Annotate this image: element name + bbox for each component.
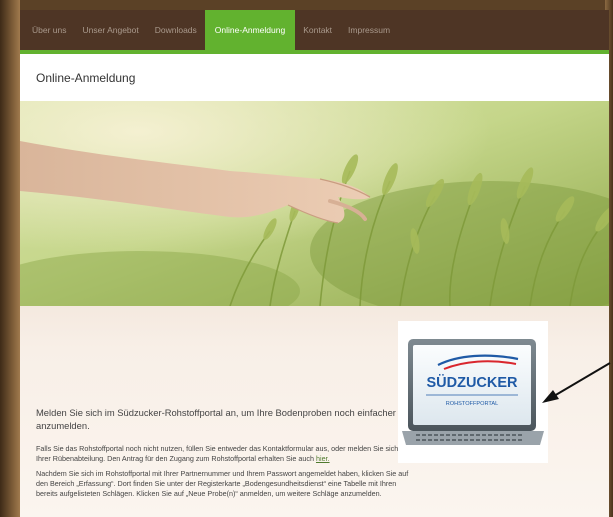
nav-item-ueber-uns[interactable]: Über uns	[20, 10, 75, 50]
background-soil-left	[0, 0, 20, 517]
laptop-brand-text: SÜDZUCKER	[426, 374, 518, 391]
title-bar: Online-Anmeldung	[20, 54, 609, 101]
paragraph-instructions: Nachdem Sie sich im Rohstoffportal mit I…	[36, 469, 409, 498]
paragraph-registration: Falls Sie das Rohstoffportal noch nicht …	[36, 444, 411, 464]
hero-wheat-hand-illustration	[20, 101, 609, 306]
laptop-portal-image: SÜDZUCKER ROHSTOFFPORTAL	[402, 339, 544, 445]
hero-image	[20, 101, 609, 306]
nav-item-kontakt[interactable]: Kontakt	[295, 10, 340, 50]
lead-text: Melden Sie sich im Südzucker-Rohstoffpor…	[36, 407, 396, 431]
info-text-column: Melden Sie sich im Südzucker-Rohstoffpor…	[36, 406, 411, 504]
main-navigation: Über uns Unser Angebot Downloads Online-…	[20, 10, 609, 54]
nav-item-downloads[interactable]: Downloads	[147, 10, 205, 50]
application-link[interactable]: hier.	[316, 454, 330, 463]
paragraph-registration-text: Falls Sie das Rohstoffportal noch nicht …	[36, 444, 410, 463]
pointer-arrow-icon	[542, 362, 611, 403]
nav-item-unser-angebot[interactable]: Unser Angebot	[75, 10, 147, 50]
nav-item-impressum[interactable]: Impressum	[340, 10, 398, 50]
page-title: Online-Anmeldung	[36, 70, 136, 85]
portal-login-link[interactable]: SÜDZUCKER ROHSTOFFPORTAL	[398, 321, 548, 463]
laptop-subtitle-text: ROHSTOFFPORTAL	[446, 401, 499, 407]
nav-item-online-anmeldung[interactable]: Online-Anmeldung	[204, 10, 296, 50]
